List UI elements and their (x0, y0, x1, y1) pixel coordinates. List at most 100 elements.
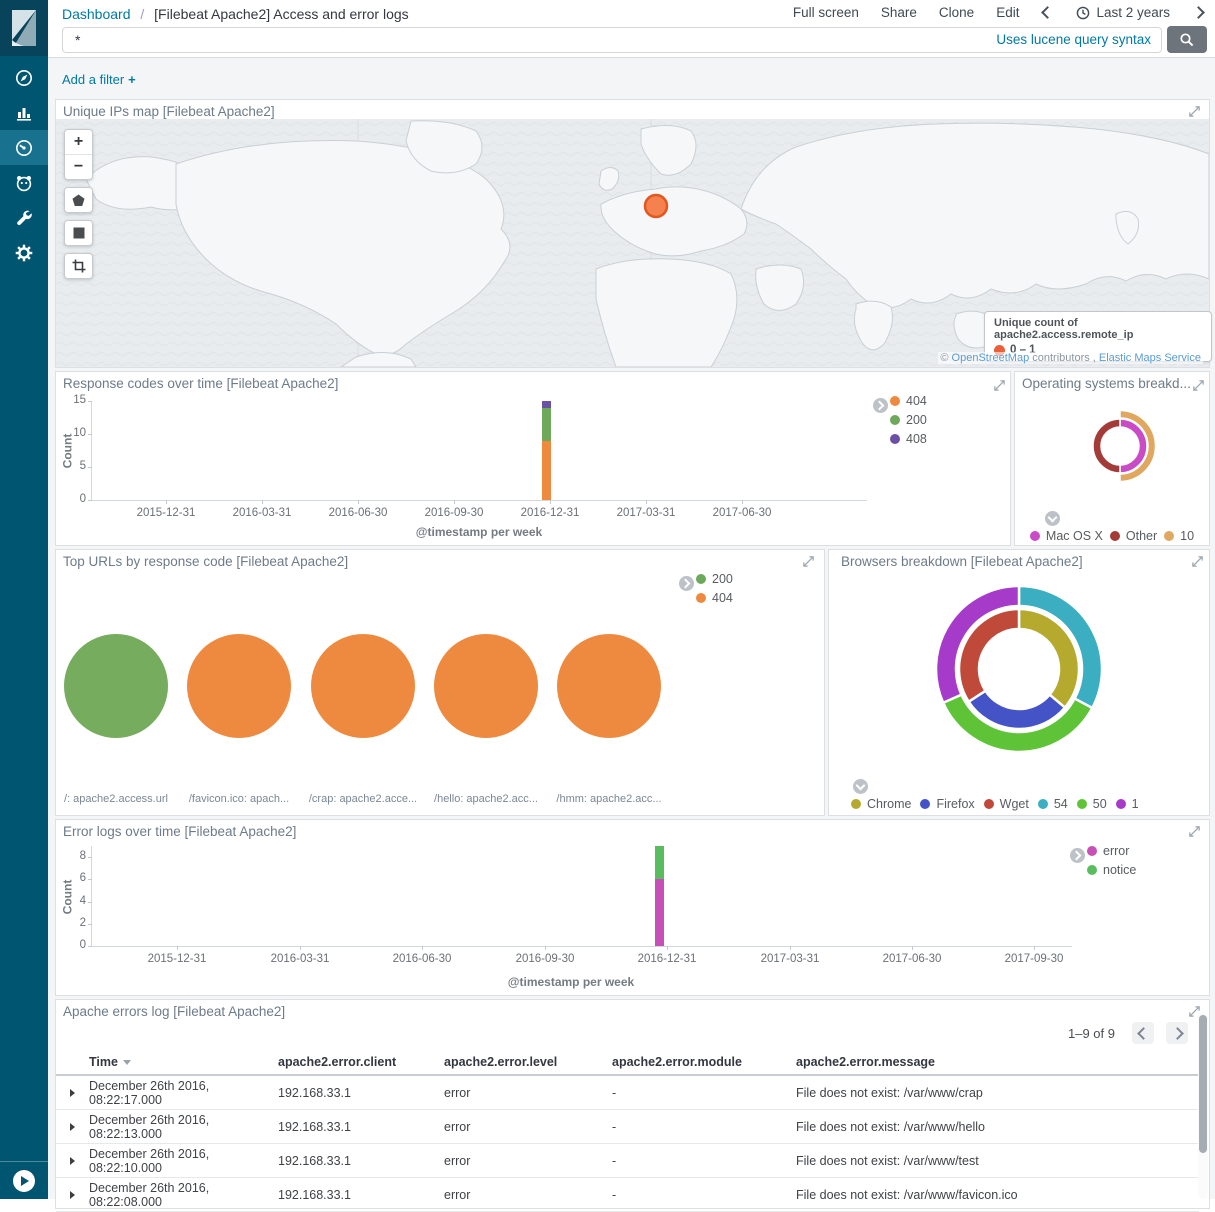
openstreetmap-link[interactable]: OpenStreetMap (952, 352, 1030, 364)
donut-segment-Other[interactable] (1093, 419, 1120, 473)
legend-item-Firefox[interactable]: Firefox (920, 797, 974, 811)
time-picker[interactable]: Last 2 years (1076, 5, 1170, 20)
time-forward-button[interactable] (1192, 6, 1205, 19)
table-row[interactable]: December 26th 2016, 08:22:13.000192.168.… (56, 1110, 1199, 1144)
table-cell: - (612, 1188, 796, 1202)
map-zoom-out-button[interactable]: − (65, 154, 92, 179)
legend-item-50[interactable]: 50 (1077, 797, 1107, 811)
bar-segment-404[interactable] (542, 441, 551, 500)
sidebar-collapse-button[interactable] (13, 1170, 35, 1192)
x-axis-tick-label: 2017-03-31 (745, 953, 835, 965)
expand-icon (1192, 379, 1205, 392)
legend-item-200[interactable]: 200 (890, 413, 927, 427)
legend-toggle-button[interactable] (853, 779, 868, 794)
sidebar-item-dashboard[interactable] (0, 130, 48, 165)
expand-panel-button[interactable] (1191, 555, 1204, 573)
elastic-maps-service-link[interactable]: Elastic Maps Service (1099, 352, 1201, 364)
pagination-prev-button[interactable] (1132, 1022, 1154, 1044)
bar-segment-408[interactable] (542, 401, 551, 408)
row-expand-cell[interactable] (56, 1089, 89, 1097)
lucene-syntax-link[interactable]: Uses lucene query syntax (996, 32, 1151, 47)
pie-slice-404[interactable] (187, 634, 291, 738)
pie-slice-404[interactable] (311, 634, 415, 738)
legend-item-Mac OS X[interactable]: Mac OS X (1030, 529, 1103, 543)
table-row[interactable]: December 26th 2016, 08:22:08.000192.168.… (56, 1178, 1199, 1212)
clone-button[interactable]: Clone (939, 5, 974, 20)
expand-icon (1188, 825, 1201, 838)
legend-item-408[interactable]: 408 (890, 432, 927, 446)
table-row[interactable]: December 26th 2016, 08:22:10.000192.168.… (56, 1144, 1199, 1178)
expand-panel-button[interactable] (1192, 379, 1205, 397)
legend-item-error[interactable]: error (1087, 844, 1136, 858)
panel-title: Operating systems breakd... (1022, 376, 1190, 391)
legend-item-1[interactable]: 1 (1116, 797, 1139, 811)
sidebar-item-timelion[interactable] (0, 165, 48, 200)
map-draw-rectangle-button[interactable] (65, 221, 92, 245)
expand-panel-button[interactable] (993, 379, 1006, 397)
column-header-apache2-error-message[interactable]: apache2.error.message (796, 1055, 1199, 1069)
query-value: * (75, 32, 80, 48)
chevron-left-icon (1137, 1027, 1150, 1040)
legend-toggle-button[interactable] (679, 576, 694, 591)
row-expand-cell[interactable] (56, 1157, 89, 1165)
pagination-next-button[interactable] (1166, 1022, 1188, 1044)
column-header-apache2-error-level[interactable]: apache2.error.level (444, 1055, 612, 1069)
legend-label: 50 (1093, 797, 1107, 811)
legend-dot (1164, 531, 1174, 541)
scrollbar-thumb[interactable] (1199, 1015, 1207, 1153)
bar-segment-error[interactable] (655, 879, 664, 946)
sidebar-item-management[interactable] (0, 235, 48, 270)
edit-button[interactable]: Edit (996, 5, 1019, 20)
query-input[interactable]: * Uses lucene query syntax (62, 27, 1162, 53)
full-screen-button[interactable]: Full screen (793, 5, 859, 20)
legend-item-notice[interactable]: notice (1087, 863, 1136, 877)
legend-item-Chrome[interactable]: Chrome (851, 797, 911, 811)
legend-item-Wget[interactable]: Wget (984, 797, 1029, 811)
legend-dot (890, 434, 900, 444)
search-button[interactable] (1167, 26, 1207, 53)
sidebar-item-discover[interactable] (0, 60, 48, 95)
pie-slice-404[interactable] (557, 634, 661, 738)
row-expand-cell[interactable] (56, 1123, 89, 1131)
legend-item-54[interactable]: 54 (1038, 797, 1068, 811)
pie-slice-200[interactable] (64, 634, 168, 738)
error-logs-chart[interactable]: 024682015-12-312016-03-312016-06-302016-… (91, 846, 1072, 947)
legend-item-Other[interactable]: Other (1110, 529, 1157, 543)
legend-toggle-button[interactable] (873, 398, 888, 413)
table-scrollbar[interactable] (1198, 1013, 1208, 1199)
bar-segment-200[interactable] (542, 408, 551, 441)
response-codes-chart[interactable]: 0510152015-12-312016-03-312016-06-302016… (91, 401, 867, 501)
expand-panel-button[interactable] (1188, 825, 1201, 843)
legend-item-404[interactable]: 404 (696, 591, 733, 605)
pie-slice-404[interactable] (434, 634, 538, 738)
expand-panel-button[interactable] (802, 555, 815, 573)
table-cell: error (444, 1154, 612, 1168)
column-header-time[interactable]: Time (89, 1055, 278, 1069)
sidebar-item-dev-tools[interactable] (0, 200, 48, 235)
row-expand-cell[interactable] (56, 1191, 89, 1199)
x-axis-tick-label: 2016-03-31 (255, 953, 345, 965)
legend-toggle-button[interactable] (1070, 848, 1085, 863)
chart-legend: Mac OS X Other 10 (1015, 529, 1209, 543)
table-row[interactable]: December 26th 2016, 08:22:17.000192.168.… (56, 1076, 1199, 1110)
x-axis-tick (177, 946, 178, 950)
legend-item-404[interactable]: 404 (890, 394, 927, 408)
map-zoom-in-button[interactable]: + (65, 130, 92, 154)
map-marker[interactable] (645, 195, 667, 217)
sidebar-item-visualize[interactable] (0, 95, 48, 130)
legend-item-200[interactable]: 200 (696, 572, 733, 586)
time-back-button[interactable] (1041, 6, 1054, 19)
bar-segment-notice[interactable] (655, 846, 664, 879)
expand-panel-button[interactable] (1188, 105, 1201, 123)
kibana-logo[interactable] (0, 0, 48, 56)
expand-panel-button[interactable] (1188, 1005, 1201, 1023)
add-filter-link[interactable]: Add a filter+ (62, 72, 136, 87)
column-header-apache2-error-module[interactable]: apache2.error.module (612, 1055, 796, 1069)
column-header-apache2-error-client[interactable]: apache2.error.client (278, 1055, 444, 1069)
map-fit-bounds-button[interactable] (65, 254, 92, 278)
map-draw-polygon-button[interactable] (65, 188, 92, 212)
legend-item-10[interactable]: 10 (1164, 529, 1194, 543)
legend-toggle-button[interactable] (1045, 511, 1060, 526)
share-button[interactable]: Share (881, 5, 917, 20)
breadcrumb-dashboard-link[interactable]: Dashboard (62, 6, 131, 22)
